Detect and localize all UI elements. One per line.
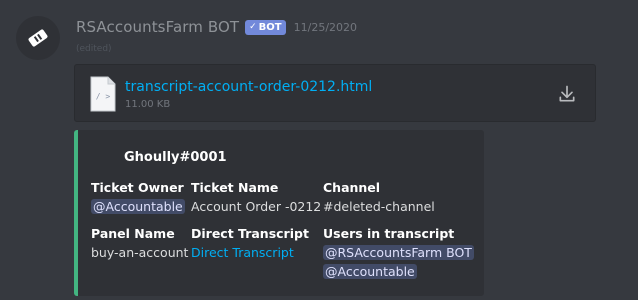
ticket-icon: [28, 29, 48, 47]
file-attachment: / > transcript-account-order-0212.html 1…: [74, 64, 596, 122]
file-name-link[interactable]: transcript-account-order-0212.html: [125, 79, 372, 95]
field-name: Ticket Name: [191, 180, 279, 195]
field-ticket-owner: Ticket Owner @Accountable: [91, 178, 185, 216]
edited-label: (edited): [76, 44, 112, 54]
mention-accountable[interactable]: @Accountable: [91, 199, 185, 214]
code-file-icon: / >: [90, 76, 116, 112]
direct-transcript-link[interactable]: Direct Transcript: [191, 245, 294, 260]
svg-text:/ >: / >: [96, 92, 111, 101]
verified-check-icon: ✓: [249, 22, 257, 32]
field-direct-transcript: Direct Transcript Direct Transcript: [191, 224, 309, 262]
field-channel: Channel #deleted-channel: [323, 178, 435, 216]
embed-author: Ghoully#0001: [124, 150, 227, 165]
bot-tag: ✓ BOT: [245, 19, 286, 35]
message-header: RSAccountsFarm BOT ✓ BOT 11/25/2020: [76, 16, 357, 38]
field-name: Direct Transcript: [191, 226, 309, 241]
field-value: Account Order -0212: [191, 199, 322, 214]
field-name: Ticket Owner: [91, 180, 184, 195]
field-name: Users in transcript: [323, 226, 455, 241]
field-name: Channel: [323, 180, 381, 195]
discord-message: RSAccountsFarm BOT ✓ BOT 11/25/2020 (edi…: [0, 0, 638, 300]
field-panel-name: Panel Name buy-an-account: [91, 224, 188, 262]
username[interactable]: RSAccountsFarm BOT: [76, 18, 239, 36]
field-value: buy-an-account: [91, 245, 189, 260]
timestamp[interactable]: 11/25/2020: [294, 21, 357, 34]
field-users-in-transcript: Users in transcript @RSAccountsFarm BOT …: [323, 224, 474, 281]
field-ticket-name: Ticket Name Account Order -0212: [191, 178, 321, 216]
field-name: Panel Name: [91, 226, 175, 241]
mention-rsaccountsfarm-bot[interactable]: @RSAccountsFarm BOT: [323, 245, 474, 260]
ticket-embed: Ghoully#0001 Ticket Owner @Accountable T…: [74, 130, 484, 296]
mention-accountable[interactable]: @Accountable: [323, 264, 417, 279]
download-icon[interactable]: [557, 84, 577, 104]
avatar[interactable]: [16, 16, 60, 60]
file-size: 11.00 KB: [125, 99, 171, 110]
field-value: #deleted-channel: [323, 199, 435, 214]
bot-tag-label: BOT: [258, 21, 282, 33]
